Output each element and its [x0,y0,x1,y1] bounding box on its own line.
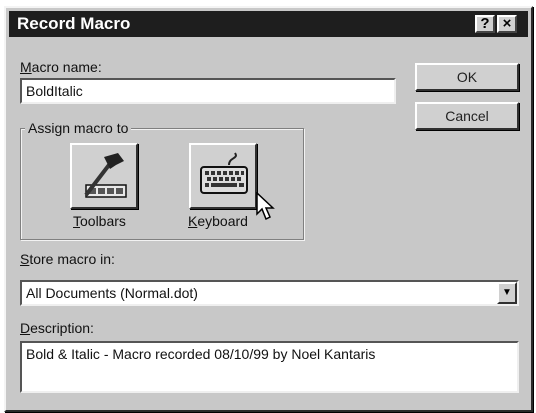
description-textarea[interactable]: Bold & Italic - Macro recorded 08/10/99 … [20,341,519,393]
store-macro-select[interactable]: All Documents (Normal.dot) [20,280,519,306]
macro-name-label: Macro name: [20,59,102,75]
chevron-down-icon[interactable]: ▼ [497,282,517,304]
keyboard-button[interactable] [189,143,257,209]
keyboard-label: Keyboard [188,213,248,229]
title-bar[interactable]: Record Macro ? × [9,11,528,37]
toolbars-label: Toolbars [73,213,126,229]
close-button[interactable]: × [497,15,517,33]
description-label: Description: [20,320,94,336]
store-macro-value: All Documents (Normal.dot) [26,285,198,301]
keyboard-icon [200,152,248,194]
macro-name-input[interactable]: BoldItalic [20,78,396,104]
hammer-icon [84,153,127,198]
mouse-pointer-icon [256,192,275,221]
store-macro-label: Store macro in: [20,251,115,267]
assign-macro-group-label: Assign macro to [25,120,132,136]
assign-macro-group [20,128,304,240]
toolbars-button[interactable] [70,143,138,209]
ok-button[interactable]: OK [415,63,519,91]
cancel-button[interactable]: Cancel [415,102,519,130]
window-title: Record Macro [17,14,131,33]
record-macro-dialog: Record Macro ? × Macro name: BoldItalic … [4,6,533,412]
help-button[interactable]: ? [475,15,495,33]
